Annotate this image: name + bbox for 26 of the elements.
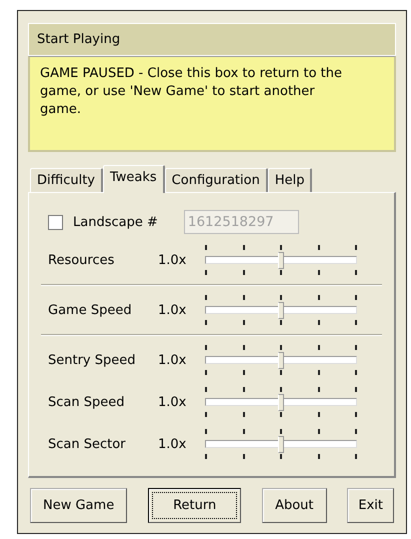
checkbox-label: Landscape # [73,214,158,230]
slider-value: 1.0x [158,394,188,410]
dialog-button[interactable]: About [262,488,326,523]
tab[interactable]: Help [268,168,312,192]
slider-value: 1.0x [158,352,188,368]
slider-label: Resources [48,252,116,268]
slider-thumb[interactable] [278,394,284,411]
slider-value: 1.0x [158,302,188,318]
tab[interactable]: Difficulty [30,168,103,192]
dialog-button[interactable]: New Game [30,488,128,523]
dialog-button[interactable]: Return [148,488,242,523]
slider-thumb[interactable] [278,436,284,453]
panel-title: Start Playing [28,23,396,56]
slider-thumb[interactable] [278,252,284,269]
slider-label: Sentry Speed [48,352,137,368]
slider-value: 1.0x [158,436,188,452]
slider-label: Game Speed [48,302,133,318]
slider-value: 1.0x [158,252,188,268]
tab[interactable]: Configuration [164,168,268,192]
slider-label: Scan Sector [48,436,127,452]
slider-thumb[interactable] [278,352,284,369]
status-message: GAME PAUSED - Close this box to return to the game, or use 'New Game' to start another game. [28,56,396,152]
slider-label: Scan Speed [48,394,126,410]
dialog-button[interactable]: Exit [347,488,394,523]
slider-thumb[interactable] [278,302,284,319]
tab[interactable]: Tweaks [102,165,165,193]
